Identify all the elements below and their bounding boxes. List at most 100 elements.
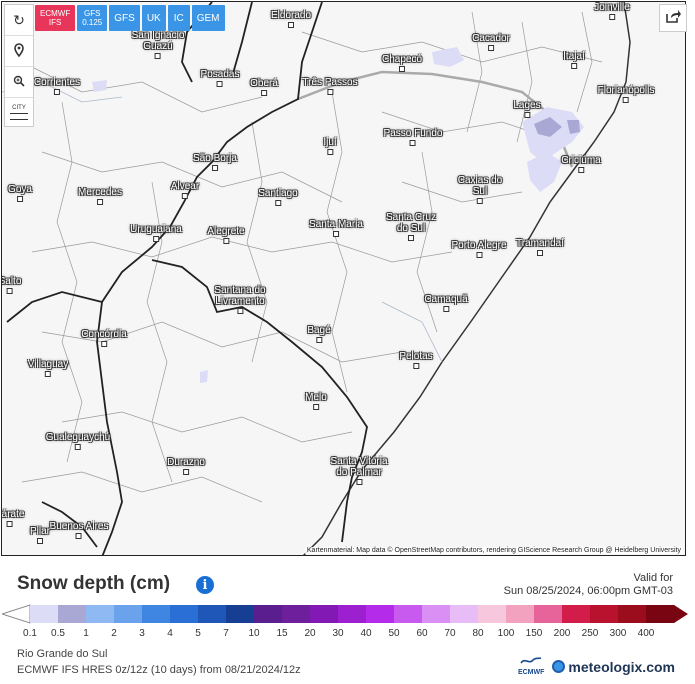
scale-tick-label: 4 [167, 628, 173, 639]
city-name: Lages [513, 100, 541, 111]
city-label[interactable]: Zárate [2, 509, 24, 527]
scale-swatch [534, 605, 563, 623]
model-button-uk[interactable]: UK [141, 5, 166, 31]
city-label[interactable]: Melo [305, 392, 327, 410]
scale-tick-label: 100 [497, 628, 515, 639]
model-button-ic[interactable]: IC [167, 5, 190, 31]
ruler-icon [10, 112, 28, 120]
city-name: Camaquã [424, 294, 468, 305]
scale-swatch [450, 605, 479, 623]
refresh-button[interactable]: ↻ [5, 5, 33, 36]
city-label[interactable]: Camaquã [424, 294, 468, 312]
city-name: Cacador [472, 33, 510, 44]
scale-tick-label: 70 [444, 628, 456, 639]
city-marker-icon [475, 252, 482, 258]
city-marker-icon [571, 63, 577, 69]
map-viewport[interactable]: Joinville Eldorado San Ignacio Guazú Cacador… [1, 1, 686, 556]
city-label[interactable]: Três Passos [302, 77, 358, 95]
city-name: Itajaí [563, 51, 585, 62]
model-button-ecmwf-ifs[interactable]: ECMWF IFS [35, 5, 76, 31]
city-marker-icon [327, 149, 333, 155]
scale-swatch [478, 605, 507, 623]
city-label[interactable]: Bagé [307, 325, 331, 343]
city-label[interactable]: Santiago [258, 188, 298, 206]
city-label[interactable]: Oberá [250, 78, 278, 96]
city-label[interactable]: Florianópolis [598, 85, 654, 103]
city-label[interactable]: Tramandaí [516, 238, 564, 256]
scale-tick-label: 200 [553, 628, 571, 639]
city-label[interactable]: Santa Maria [309, 219, 363, 237]
map-attribution[interactable]: Kartenmaterial: Map data © OpenStreetMap… [304, 547, 683, 554]
city-tool-label: CITY [12, 104, 26, 111]
model-button-gfs-0-125[interactable]: GFS 0.125 [77, 5, 108, 31]
city-label[interactable]: Eldorado [271, 10, 311, 28]
city-label[interactable]: Caxias do Sul [458, 175, 502, 204]
city-marker-icon [216, 81, 223, 87]
scale-tick-label: 10 [248, 628, 260, 639]
city-label[interactable]: São Borja [193, 153, 237, 171]
city-name: Passo Fundo [383, 128, 443, 139]
scale-tick-label: 3 [139, 628, 145, 639]
scale-tick-label: 0.1 [23, 628, 37, 639]
city-label[interactable]: Alvear [171, 181, 199, 199]
city-label[interactable]: Santana do Livramento [214, 285, 266, 314]
city-marker-icon [154, 53, 161, 59]
share-icon [665, 9, 681, 28]
city-label[interactable]: Gualeguaychú [46, 432, 110, 450]
city-label[interactable]: Santa Vitória do Palmar [330, 456, 388, 485]
city-label[interactable]: Ijuí [323, 137, 337, 155]
city-label[interactable]: Pilar [30, 526, 50, 544]
city-marker-icon [408, 235, 414, 241]
city-name: Santa Cruz do Sul [385, 212, 437, 234]
city-label[interactable]: Mercedes [78, 187, 122, 205]
city-label[interactable]: Durazno [167, 457, 205, 475]
ecmwf-logo[interactable]: ECMWF [518, 656, 544, 677]
city-label[interactable]: Villaguay [28, 359, 68, 377]
location-button[interactable] [5, 36, 33, 67]
city-label[interactable]: Chapecó [382, 54, 422, 72]
city-label[interactable]: Santa Cruz do Sul [386, 212, 436, 241]
city-name: Melo [305, 392, 327, 403]
city-marker-icon [6, 288, 13, 294]
city-name: Santa Maria [309, 219, 363, 230]
meteologix-logo[interactable]: meteologix.com [552, 659, 675, 675]
city-label[interactable]: Buenos Aires [50, 521, 108, 539]
region-name: Rio Grande do Sul [17, 648, 108, 660]
city-label[interactable]: Cacador [472, 33, 510, 51]
zoom-button[interactable] [5, 67, 33, 98]
city-label[interactable]: Pelotas [399, 351, 433, 369]
ecmwf-text: ECMWF [517, 669, 545, 676]
city-label[interactable]: Passo Fundo [383, 128, 443, 146]
city-name: Porto Alegre [451, 240, 507, 251]
share-button[interactable] [659, 4, 687, 32]
city-marker-icon [288, 22, 294, 28]
city-label[interactable]: Itajaí [563, 51, 585, 69]
info-icon[interactable]: i [196, 576, 214, 594]
scale-tick-label: 60 [416, 628, 428, 639]
city-label[interactable]: Alegrete [207, 226, 245, 244]
city-label[interactable]: Criciúma [561, 155, 601, 173]
city-label[interactable]: Goya [8, 184, 32, 202]
city-label[interactable]: Porto Alegre [451, 240, 507, 258]
model-button-gfs[interactable]: GFS [109, 5, 140, 31]
scale-swatch [226, 605, 255, 623]
city-label[interactable]: Corrientes [34, 77, 80, 95]
city-label[interactable]: Concórdia [81, 329, 127, 347]
model-button-gem[interactable]: GEM [191, 5, 225, 31]
scale-swatch [590, 605, 619, 623]
city-marker-icon [622, 97, 629, 103]
globe-icon [552, 660, 566, 673]
city-toggle-button[interactable]: CITY [5, 98, 33, 126]
city-label[interactable]: Lages [513, 100, 541, 118]
scale-swatch [562, 605, 591, 623]
city-label[interactable]: Uruguaiana [130, 224, 182, 242]
city-label[interactable]: Posadas [201, 69, 239, 87]
city-label[interactable]: San Ignacio Guazú [132, 30, 184, 59]
city-marker-icon [75, 444, 81, 450]
city-name: Bagé [307, 325, 331, 336]
city-marker-icon [536, 250, 543, 256]
city-label[interactable]: Joinville [594, 2, 630, 20]
scale-high-arrow [674, 605, 688, 623]
city-label[interactable]: Salto [2, 276, 21, 294]
city-marker-icon [260, 90, 267, 96]
